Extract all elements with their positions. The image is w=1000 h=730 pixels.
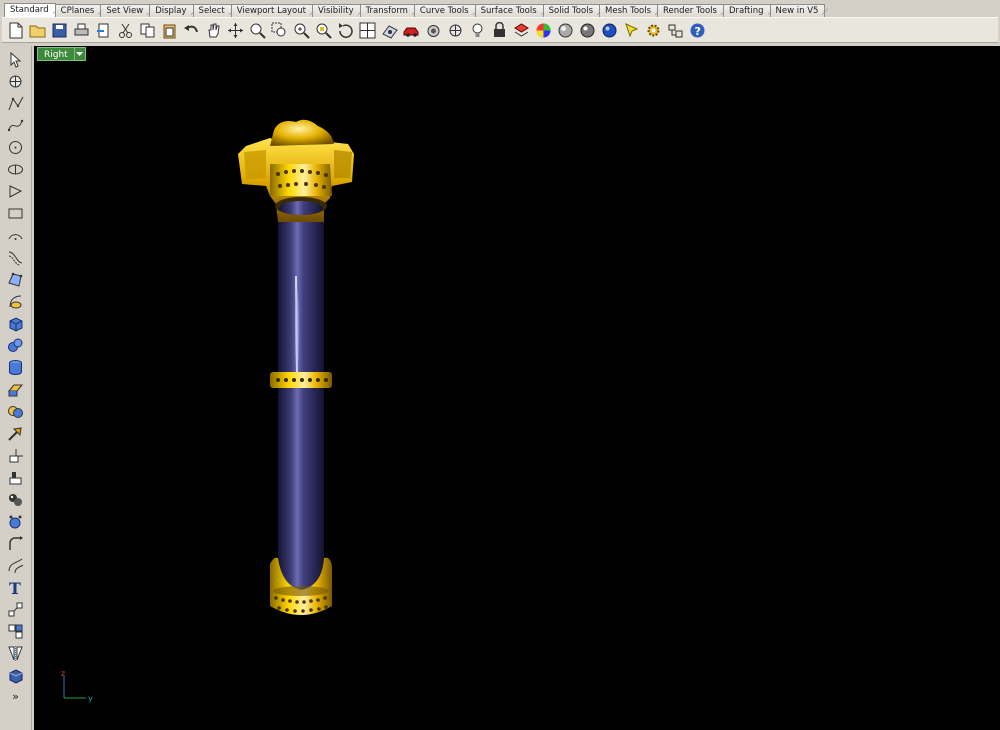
- solid-cylinder-icon[interactable]: [4, 356, 28, 378]
- color-wheel-icon[interactable]: [532, 19, 554, 41]
- svg-text:T: T: [9, 579, 21, 596]
- toolbar-tabs: Standard CPlanes Set View Display Select View…: [0, 2, 1000, 18]
- tab-render-tools[interactable]: Render Tools: [658, 4, 727, 18]
- car-icon[interactable]: [400, 19, 422, 41]
- viewport-title[interactable]: Right: [37, 47, 86, 61]
- curve-offset-icon[interactable]: [4, 246, 28, 268]
- paste-icon[interactable]: [158, 19, 180, 41]
- mesh-points-icon[interactable]: [4, 510, 28, 532]
- import-icon[interactable]: [92, 19, 114, 41]
- circle-icon[interactable]: [4, 136, 28, 158]
- lock-icon[interactable]: [488, 19, 510, 41]
- tab-visibility[interactable]: Visibility: [312, 4, 364, 18]
- zoom-extents-icon[interactable]: [290, 19, 312, 41]
- curve-icon[interactable]: [4, 114, 28, 136]
- shade-sphere-icon[interactable]: [554, 19, 576, 41]
- viewport-right[interactable]: Right z y: [34, 46, 1000, 730]
- viewport-menu-chevron-down-icon[interactable]: [74, 47, 86, 61]
- viewport-name[interactable]: Right: [37, 47, 75, 61]
- text-icon[interactable]: T: [4, 576, 28, 598]
- options-icon[interactable]: [664, 19, 686, 41]
- extrude-icon[interactable]: [4, 378, 28, 400]
- align-icon[interactable]: [4, 466, 28, 488]
- tab-mesh-tools[interactable]: Mesh Tools: [600, 4, 662, 18]
- surface-revolve-icon[interactable]: [4, 290, 28, 312]
- zoom-icon[interactable]: [246, 19, 268, 41]
- zoom-selected-icon[interactable]: [312, 19, 334, 41]
- print-icon[interactable]: [70, 19, 92, 41]
- lightbulb-icon[interactable]: [466, 19, 488, 41]
- cplane-icon[interactable]: [378, 19, 400, 41]
- tab-cplanes[interactable]: CPlanes: [55, 4, 105, 18]
- settings-gear-icon[interactable]: [642, 19, 664, 41]
- tab-curve-tools[interactable]: Curve Tools: [414, 4, 479, 18]
- cut-icon[interactable]: [114, 19, 136, 41]
- mesh-icon[interactable]: [4, 488, 28, 510]
- polygon-icon[interactable]: [4, 180, 28, 202]
- tab-viewport-layout[interactable]: Viewport Layout: [231, 4, 317, 18]
- rectangle-icon[interactable]: [4, 202, 28, 224]
- dimension-icon[interactable]: [4, 598, 28, 620]
- solid-spheres-icon[interactable]: [4, 334, 28, 356]
- top-crown: [238, 119, 354, 222]
- camera-icon[interactable]: [422, 19, 444, 41]
- tab-display[interactable]: Display: [150, 4, 197, 18]
- new-file-icon[interactable]: [4, 19, 26, 41]
- arc-icon[interactable]: [4, 224, 28, 246]
- fillet-curve-icon[interactable]: [4, 532, 28, 554]
- tab-solid-tools[interactable]: Solid Tools: [543, 4, 604, 18]
- standard-toolbar: ?: [2, 17, 998, 43]
- left-toolbar: T»: [0, 46, 32, 730]
- tab-transform[interactable]: Transform: [360, 4, 419, 18]
- render-cube-icon[interactable]: [4, 664, 28, 686]
- move-arrow-icon[interactable]: [4, 422, 28, 444]
- paint-icon[interactable]: [620, 19, 642, 41]
- four-viewports-icon[interactable]: [356, 19, 378, 41]
- tab-new-in-v5[interactable]: New in V5: [770, 4, 829, 18]
- tab-select[interactable]: Select: [193, 4, 236, 18]
- ellipse-icon[interactable]: [4, 158, 28, 180]
- axis-indicator: z y: [61, 669, 93, 703]
- open-folder-icon[interactable]: [26, 19, 48, 41]
- block-icon[interactable]: [4, 620, 28, 642]
- tab-set-view[interactable]: Set View: [101, 4, 154, 18]
- middle-band: [270, 372, 332, 388]
- more-tools-button[interactable]: »: [12, 690, 19, 703]
- layer-icon[interactable]: [510, 19, 532, 41]
- pan-hand-icon[interactable]: [202, 19, 224, 41]
- tab-drafting[interactable]: Drafting: [723, 4, 774, 18]
- save-icon[interactable]: [48, 19, 70, 41]
- polyline-icon[interactable]: [4, 92, 28, 114]
- surface-points-icon[interactable]: [4, 268, 28, 290]
- boolean-icon[interactable]: [4, 400, 28, 422]
- blend-curve-icon[interactable]: [4, 554, 28, 576]
- tab-surface-tools[interactable]: Surface Tools: [475, 4, 547, 18]
- axis-y-label: y: [88, 694, 93, 703]
- solid-box-icon[interactable]: [4, 312, 28, 334]
- point-icon[interactable]: [444, 19, 466, 41]
- select-arrow-icon[interactable]: [4, 48, 28, 70]
- point-icon[interactable]: [4, 70, 28, 92]
- transform-icon[interactable]: [4, 444, 28, 466]
- undo-icon[interactable]: [180, 19, 202, 41]
- rhino-window: Standard CPlanes Set View Display Select View…: [0, 0, 1000, 730]
- rotate-view-icon[interactable]: [334, 19, 356, 41]
- shaft: [278, 206, 324, 596]
- help-icon[interactable]: ?: [686, 19, 708, 41]
- move-view-icon[interactable]: [224, 19, 246, 41]
- zoom-window-icon[interactable]: [268, 19, 290, 41]
- axis-z-label: z: [61, 669, 65, 678]
- model-render: [238, 119, 354, 615]
- mirror-icon[interactable]: [4, 642, 28, 664]
- svg-text:?: ?: [694, 25, 700, 38]
- rendered-sphere-icon[interactable]: [576, 19, 598, 41]
- tab-standard[interactable]: Standard: [4, 3, 59, 17]
- copy-icon[interactable]: [136, 19, 158, 41]
- render-sphere-icon[interactable]: [598, 19, 620, 41]
